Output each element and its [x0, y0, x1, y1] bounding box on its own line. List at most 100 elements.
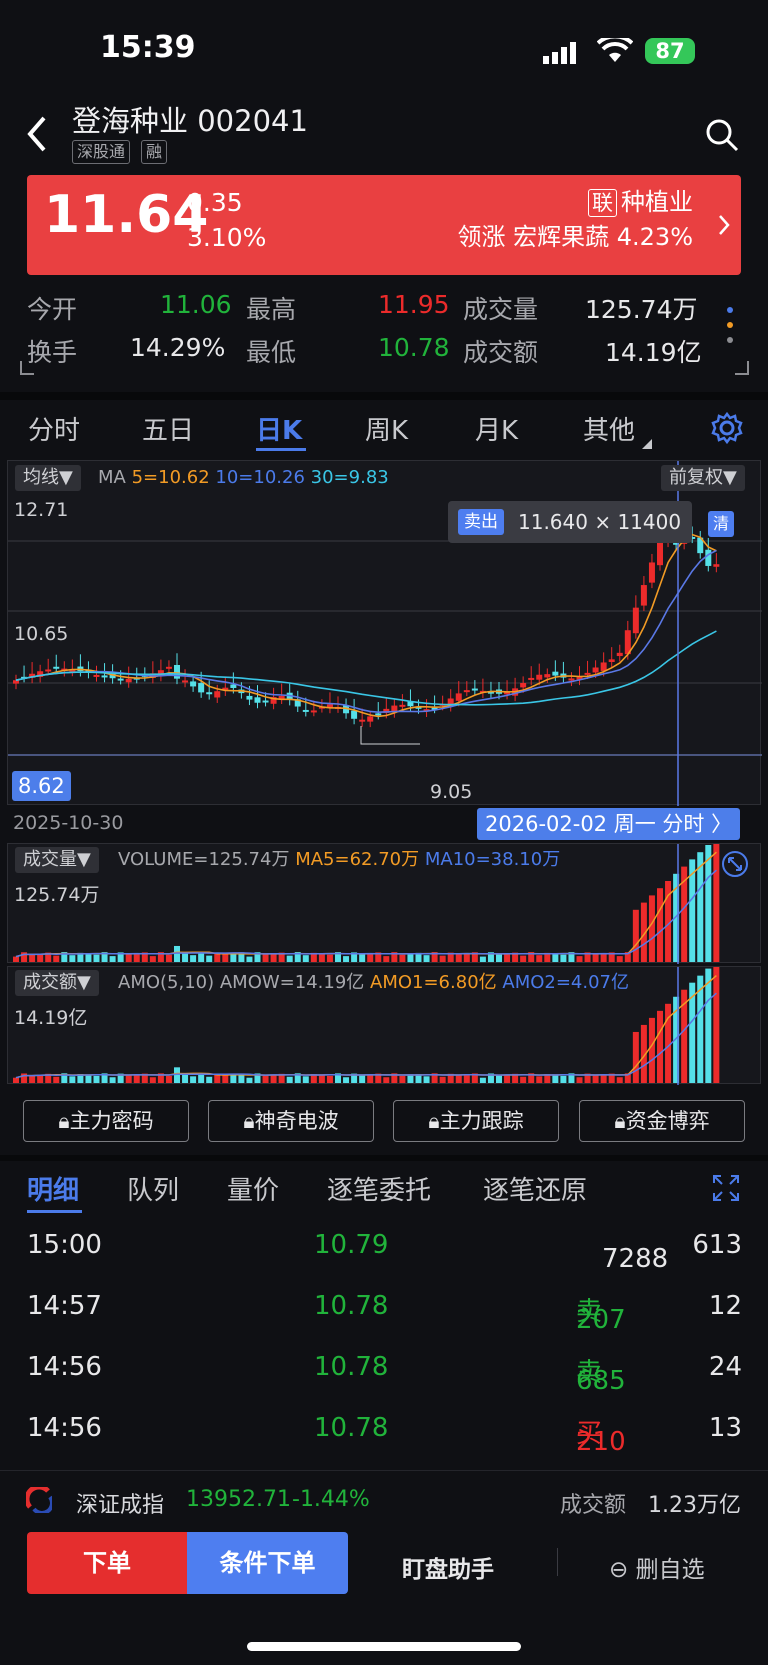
tool-main-force-track[interactable]: 🔒︎主力跟踪 [393, 1100, 559, 1142]
volume-bar [206, 955, 213, 962]
tab-tick-replay[interactable]: 逐笔还原 [483, 1170, 587, 1207]
ma-selector[interactable]: 均线▼ [15, 465, 81, 491]
sector-block[interactable]: 联种植业 领涨 宏辉果蔬 4.23% [458, 185, 694, 255]
volume-bar [182, 952, 189, 962]
amount-bar [536, 1076, 543, 1083]
volume-selector[interactable]: 成交量▼ [15, 847, 99, 873]
tag-margin: 融 [141, 140, 168, 164]
ma30-value: 30=9.83 [310, 467, 389, 488]
tab-weekly-k[interactable]: 周K [365, 410, 408, 447]
volume-bar [149, 956, 156, 962]
date-right[interactable]: 2026-02-02 周一 分时 〉 [477, 808, 741, 840]
candle-body [302, 709, 309, 712]
trade-tooltip: 卖出 11.640 × 11400 [448, 501, 692, 543]
tab-daily-k[interactable]: 日K [256, 410, 302, 447]
index-bar[interactable]: 深证成指 13952.71 -1.44% 成交额 1.23万亿 [0, 1470, 768, 1528]
amount-bar [69, 1076, 76, 1083]
amount-bar [125, 1075, 132, 1083]
volume-bar [439, 955, 446, 962]
turnover-label: 换手 [27, 338, 78, 367]
amount-bar [479, 1077, 486, 1083]
volume-bar [286, 955, 293, 962]
tab-other[interactable]: 其他 [583, 410, 635, 447]
gear-icon[interactable] [710, 411, 744, 449]
candle-body [657, 539, 663, 566]
candle-body [713, 564, 720, 567]
tool-capital-game[interactable]: 🔒︎资金博弈 [579, 1100, 745, 1142]
tab-intraday[interactable]: 分时 [28, 410, 80, 447]
amount-bar [359, 1075, 366, 1083]
lock-icon: 🔒︎ [614, 1109, 626, 1133]
amount-bar [616, 1077, 623, 1083]
trade-count: 13 [708, 1413, 742, 1443]
trade-count: 12 [708, 1291, 742, 1321]
ma5-value: 5=10.62 [131, 467, 210, 488]
caret-icon [642, 434, 652, 453]
section-divider [0, 1155, 768, 1161]
zoom-icon[interactable] [721, 850, 749, 882]
volume-bar [423, 955, 430, 962]
amount-bar [343, 1077, 350, 1083]
candle-body [45, 669, 52, 672]
price-banner[interactable]: 11.64 0.35 3.10% 联种植业 领涨 宏辉果蔬 4.23% [27, 175, 741, 275]
trade-price: 10.78 [314, 1291, 389, 1321]
open-value: 11.06 [160, 290, 232, 319]
lock-icon: 🔒︎ [243, 1109, 255, 1133]
tab-monthly-k[interactable]: 月K [475, 410, 518, 447]
trade-count: 24 [708, 1352, 742, 1382]
tab-order-by-order[interactable]: 逐笔委托 [327, 1170, 431, 1207]
amount-bar [383, 1077, 390, 1083]
index-logo-icon [24, 1484, 54, 1517]
tool-magic-wave[interactable]: 🔒︎神奇电波 [208, 1100, 374, 1142]
tab-five-day[interactable]: 五日 [142, 410, 194, 447]
expand-corner-icon[interactable] [20, 360, 34, 379]
candle-body [399, 704, 406, 707]
trade-price: 10.79 [314, 1230, 389, 1260]
search-icon[interactable] [705, 118, 739, 156]
amount-bar [496, 1075, 502, 1083]
lock-icon: 🔒︎ [58, 1109, 70, 1133]
amount-bar [93, 1075, 100, 1083]
adjust-selector[interactable]: 前复权▼ [661, 465, 745, 491]
candle-body [165, 666, 172, 669]
more-dots-icon[interactable] [726, 306, 734, 348]
back-icon[interactable] [24, 114, 48, 158]
candle-body [544, 674, 551, 678]
sector-leader: 领涨 宏辉果蔬 4.23% [457, 223, 694, 251]
volume-bar [592, 953, 599, 962]
ma10-line [15, 549, 717, 714]
volume-bar [93, 954, 100, 962]
tab-detail[interactable]: 明细 [27, 1170, 79, 1207]
amount-legend: AMO(5,10) AMOW=14.19亿 AMO1=6.80亿 AMO2=4.… [118, 970, 629, 996]
volume-bar [520, 955, 527, 962]
fullscreen-icon[interactable] [712, 1174, 740, 1206]
amount-y-top: 14.19亿 [14, 1007, 88, 1029]
volume-panel[interactable]: 成交量▼ VOLUME=125.74万 MA5=62.70万 MA10=38.1… [7, 843, 761, 964]
conditional-order-button[interactable]: 条件下单 [187, 1532, 348, 1594]
candle-body [536, 674, 543, 680]
tool-main-force-code[interactable]: 🔒︎主力密码 [23, 1100, 189, 1142]
trade-count: 613 [692, 1230, 742, 1260]
tab-volume-price[interactable]: 量价 [227, 1170, 279, 1207]
trade-row: 14:56 10.78 685 卖 24 [27, 1338, 742, 1398]
index-amount-label: 成交额 [560, 1493, 627, 1518]
volume-value: 125.74万 [585, 295, 698, 324]
amount-bar [705, 968, 712, 1083]
volume-bar [190, 955, 197, 962]
order-button[interactable]: 下单 [27, 1532, 187, 1594]
amount-bar [326, 1075, 333, 1083]
trade-row: 14:56 10.78 210 买 13 [27, 1399, 742, 1459]
amount-selector[interactable]: 成交额▼ [15, 970, 99, 996]
expand-corner-icon[interactable] [735, 360, 749, 379]
amount-bar [165, 1075, 172, 1083]
amount-panel[interactable]: 成交额▼ AMO(5,10) AMOW=14.19亿 AMO1=6.80亿 AM… [7, 966, 761, 1085]
remove-watchlist-button[interactable]: ⊖ 删自选 [609, 1550, 705, 1584]
kline-panel[interactable]: 均线▼ MA 5=10.62 10=10.26 30=9.83 前复权▼ 12.… [7, 460, 762, 806]
amount-bar [29, 1075, 36, 1083]
amount-bar [133, 1075, 140, 1083]
candle-body [552, 671, 559, 676]
tag-sgt: 深股通 [72, 140, 131, 164]
volume-main: VOLUME=125.74万 [118, 849, 290, 870]
tab-queue[interactable]: 队列 [127, 1170, 179, 1207]
watch-helper-button[interactable]: 盯盘助手 [402, 1550, 494, 1584]
